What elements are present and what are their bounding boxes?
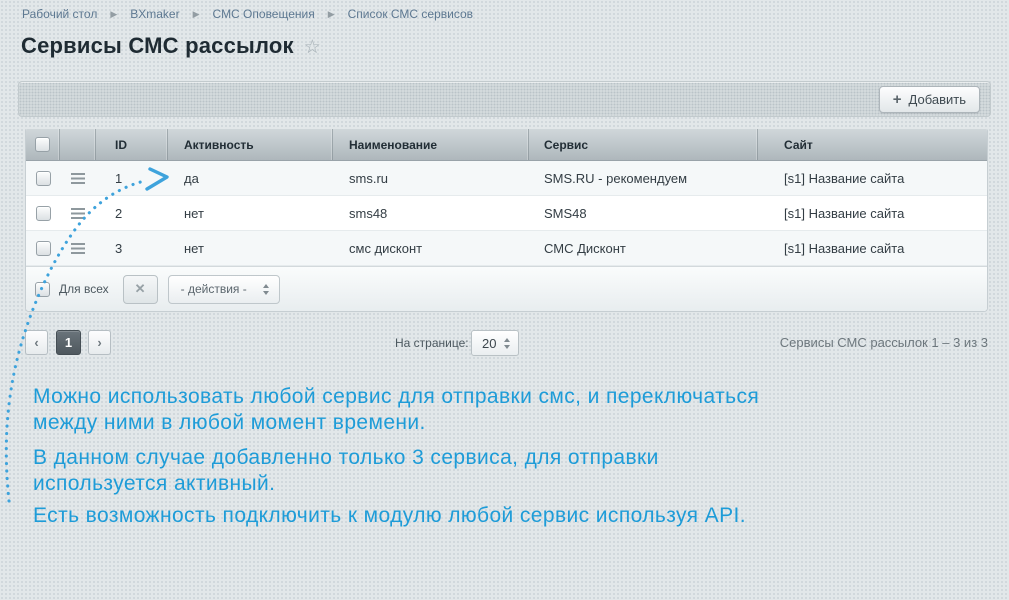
row-checkbox[interactable] bbox=[36, 206, 51, 221]
per-page-value: 20 bbox=[482, 336, 496, 351]
breadcrumb-item-sms-services[interactable]: Список СМС сервисов bbox=[348, 7, 473, 21]
cell-id: 1 bbox=[96, 161, 168, 195]
breadcrumb: Рабочий стол ▶ BXmaker ▶ СМС Оповещения … bbox=[22, 7, 473, 21]
annotation-block: Можно использовать любой сервис для отпр… bbox=[33, 384, 903, 538]
spinner-icon bbox=[263, 284, 269, 295]
pagination-summary: Сервисы СМС рассылок 1 – 3 из 3 bbox=[780, 335, 988, 350]
page-title: Сервисы СМС рассылок bbox=[21, 33, 294, 59]
cell-active: нет bbox=[168, 231, 333, 265]
chevron-right-icon: ▶ bbox=[328, 9, 335, 20]
plus-icon: + bbox=[893, 92, 902, 107]
column-header-name[interactable]: Наименование bbox=[333, 129, 529, 160]
sms-services-table: ID Активность Наименование Сервис Сайт 1… bbox=[25, 129, 988, 312]
column-header-id[interactable]: ID bbox=[96, 129, 168, 160]
cell-site: [s1] Название сайта bbox=[758, 161, 987, 195]
cell-site: [s1] Название сайта bbox=[758, 196, 987, 230]
breadcrumb-item-desktop[interactable]: Рабочий стол bbox=[22, 7, 97, 21]
row-menu-icon[interactable] bbox=[71, 208, 85, 219]
row-checkbox[interactable] bbox=[36, 171, 51, 186]
breadcrumb-item-bxmaker[interactable]: BXmaker bbox=[130, 7, 179, 21]
title-row: Сервисы СМС рассылок ☆ bbox=[21, 33, 321, 59]
for-all-label: Для всех bbox=[59, 282, 109, 296]
column-header-service[interactable]: Сервис bbox=[529, 129, 758, 160]
cell-id: 3 bbox=[96, 231, 168, 265]
toolbar: + Добавить bbox=[18, 81, 991, 117]
chevron-left-icon: ‹ bbox=[34, 335, 38, 350]
for-all-checkbox[interactable] bbox=[35, 282, 50, 297]
chevron-right-icon: › bbox=[97, 335, 101, 350]
current-page-button[interactable]: 1 bbox=[56, 330, 81, 355]
table-row[interactable]: 2 нет sms48 SMS48 [s1] Название сайта bbox=[26, 196, 987, 231]
favorite-star-icon[interactable]: ☆ bbox=[304, 35, 321, 57]
row-checkbox[interactable] bbox=[36, 241, 51, 256]
breadcrumb-item-sms-notify[interactable]: СМС Оповещения bbox=[213, 7, 315, 21]
deselect-button[interactable]: ✕ bbox=[123, 275, 158, 304]
column-header-active[interactable]: Активность bbox=[168, 129, 333, 160]
cell-active: да bbox=[168, 161, 333, 195]
close-icon: ✕ bbox=[135, 281, 146, 297]
cell-service: SMS48 bbox=[529, 196, 758, 230]
actions-select[interactable]: - действия - bbox=[168, 275, 280, 304]
annotation-text-3: Есть возможность подключить к модулю люб… bbox=[33, 503, 903, 529]
cell-name: смс дисконт bbox=[333, 231, 529, 265]
cell-service: SMS.RU - рекомендуем bbox=[529, 161, 758, 195]
spinner-icon bbox=[504, 338, 510, 349]
table-footer: Для всех ✕ - действия - bbox=[26, 266, 987, 311]
cell-name: sms.ru bbox=[333, 161, 529, 195]
column-header-menu bbox=[60, 129, 96, 160]
per-page-select[interactable]: 20 bbox=[471, 330, 519, 356]
table-row[interactable]: 3 нет смс дисконт СМС Дисконт [s1] Назва… bbox=[26, 231, 987, 266]
table-header-row: ID Активность Наименование Сервис Сайт bbox=[26, 129, 987, 161]
row-menu-icon[interactable] bbox=[71, 173, 85, 184]
annotation-text-1: Можно использовать любой сервис для отпр… bbox=[33, 384, 903, 436]
select-all-cell bbox=[26, 129, 60, 160]
cell-active: нет bbox=[168, 196, 333, 230]
add-button[interactable]: + Добавить bbox=[879, 86, 980, 113]
cell-name: sms48 bbox=[333, 196, 529, 230]
prev-page-button[interactable]: ‹ bbox=[25, 330, 48, 355]
per-page-label: На странице: bbox=[395, 336, 469, 350]
row-menu-icon[interactable] bbox=[71, 243, 85, 254]
table-row[interactable]: 1 да sms.ru SMS.RU - рекомендуем [s1] На… bbox=[26, 161, 987, 196]
cell-service: СМС Дисконт bbox=[529, 231, 758, 265]
chevron-right-icon: ▶ bbox=[110, 9, 117, 20]
bitrix-admin-page: Рабочий стол ▶ BXmaker ▶ СМС Оповещения … bbox=[0, 0, 1009, 600]
cell-id: 2 bbox=[96, 196, 168, 230]
column-header-site[interactable]: Сайт bbox=[758, 129, 987, 160]
select-all-checkbox[interactable] bbox=[35, 137, 50, 152]
annotation-text-2: В данном случае добавленно только 3 серв… bbox=[33, 445, 903, 497]
add-button-label: Добавить bbox=[909, 92, 966, 107]
pagination-bar: ‹ 1 › На странице: 20 Сервисы СМС рассыл… bbox=[25, 330, 988, 358]
chevron-right-icon: ▶ bbox=[193, 9, 200, 20]
actions-select-value: - действия - bbox=[181, 282, 247, 296]
cell-site: [s1] Название сайта bbox=[758, 231, 987, 265]
next-page-button[interactable]: › bbox=[88, 330, 111, 355]
